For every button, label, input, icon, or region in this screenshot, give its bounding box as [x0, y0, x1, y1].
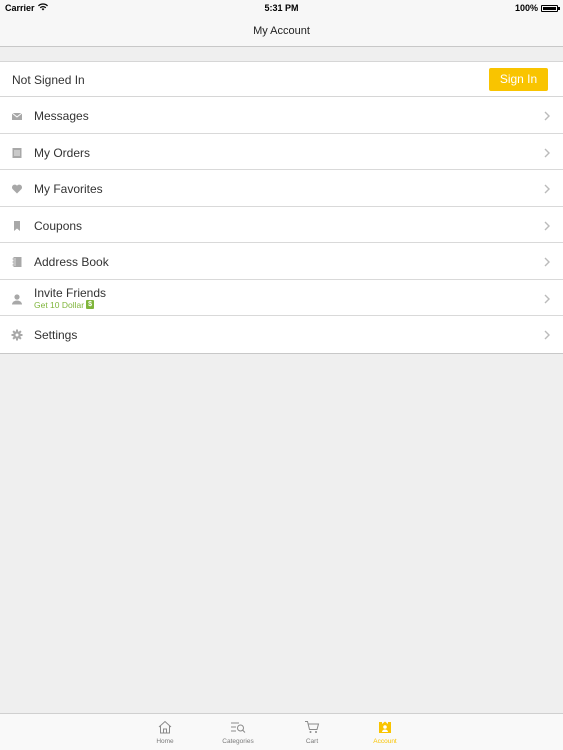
account-menu: Messages My Orders My Favorites Coupons …: [0, 97, 563, 354]
menu-label: My Orders: [34, 145, 91, 160]
account-icon: [379, 721, 391, 733]
menu-item-messages[interactable]: Messages: [0, 97, 563, 134]
tab-label: Categories: [222, 738, 254, 745]
tab-cart[interactable]: Cart: [287, 720, 337, 745]
chevron-right-icon: [541, 292, 553, 304]
tab-label: Cart: [305, 738, 319, 745]
tab-account[interactable]: Account: [360, 720, 410, 745]
home-icon: [158, 720, 172, 734]
orders-icon: [11, 146, 23, 158]
chevron-right-icon: [541, 328, 553, 340]
menu-item-settings[interactable]: Settings: [0, 316, 563, 353]
categories-icon: [231, 722, 246, 733]
heart-icon: [11, 182, 23, 194]
status-time: 5:31 PM: [264, 3, 299, 13]
menu-label: My Favorites: [34, 182, 103, 196]
chevron-right-icon: [541, 219, 553, 231]
chevron-right-icon: [541, 146, 553, 158]
tab-bar: Home Categories Cart Account: [0, 713, 563, 750]
tab-home[interactable]: Home: [140, 720, 190, 745]
battery-icon: [541, 4, 560, 12]
address-book-icon: [11, 255, 23, 267]
menu-item-address-book[interactable]: Address Book: [0, 243, 563, 280]
menu-item-my-orders[interactable]: My Orders: [0, 134, 563, 170]
menu-label: Invite Friends: [34, 285, 107, 300]
sign-in-button[interactable]: Sign In: [489, 68, 548, 91]
menu-item-coupons[interactable]: Coupons: [0, 207, 563, 243]
nav-bar: My Account: [0, 16, 563, 47]
invite-promo-text: Get 10 Dollar: [34, 299, 85, 310]
page-title: My Account: [253, 25, 310, 37]
menu-label: Messages: [34, 109, 89, 123]
gear-icon: [11, 328, 23, 341]
invite-promo: Get 10 Dollar $: [34, 300, 94, 310]
dollar-badge: $: [86, 300, 94, 309]
envelope-icon: [11, 109, 23, 121]
menu-label: Address Book: [34, 255, 109, 269]
bookmark-icon: [11, 219, 23, 231]
account-status-row: Not Signed In Sign In: [0, 61, 563, 97]
battery-percent: 100%: [514, 3, 538, 13]
account-status-label: Not Signed In: [12, 73, 85, 87]
chevron-right-icon: [541, 182, 553, 194]
menu-label: Settings: [34, 328, 78, 342]
tab-categories[interactable]: Categories: [213, 720, 263, 745]
cart-icon: [305, 721, 320, 733]
status-bar: Carrier 5:31 PM 100%: [0, 0, 563, 16]
chevron-right-icon: [541, 109, 553, 121]
person-icon: [11, 292, 23, 304]
menu-item-invite-friends[interactable]: Invite Friends Get 10 Dollar $: [0, 280, 563, 316]
menu-item-my-favorites[interactable]: My Favorites: [0, 170, 563, 207]
tab-label: Account: [373, 738, 397, 745]
status-right: 100%: [514, 3, 560, 13]
menu-label: Coupons: [34, 218, 83, 233]
tab-label: Home: [156, 738, 174, 745]
chevron-right-icon: [541, 255, 553, 267]
